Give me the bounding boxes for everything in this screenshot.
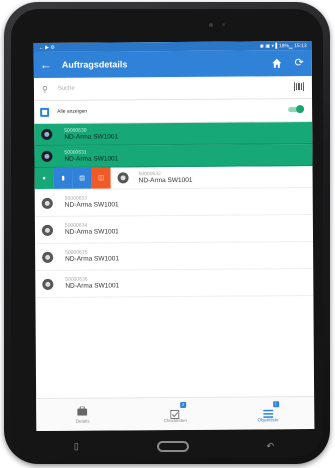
list-item-text: 50000636 ND-Arma SW1001: [65, 276, 119, 290]
show-all-label: Alle anzeigen: [57, 108, 88, 115]
search-bar: ⚲: [33, 76, 313, 101]
valve-icon: [41, 128, 53, 140]
camera: [209, 23, 213, 27]
list-item-text: 50000631 ND-Arma SW1001: [64, 149, 118, 163]
app-bar: ← Auftragsdetails ⟳: [33, 50, 312, 78]
delete-action-button[interactable]: ◫: [91, 167, 111, 189]
list-action-button[interactable]: ▤: [72, 167, 92, 189]
nav-details-label: Details: [75, 418, 90, 424]
list-item-text: 50000634 ND-Arma SW1001: [65, 222, 119, 236]
list-item-swiped[interactable]: ● ▮ ▤ ◫ 50000632 ND-Arma SW1001: [34, 166, 313, 190]
nav-objektliste[interactable]: 1 Objektliste: [221, 397, 314, 430]
search-icon: ⚲: [41, 84, 48, 94]
page-title: Auftragsdetails: [61, 59, 128, 70]
dot-action-button[interactable]: ●: [34, 167, 54, 189]
valve-icon: [117, 172, 129, 184]
object-name: ND-Arma SW1001: [64, 132, 119, 141]
recent-apps-icon[interactable]: ▯: [74, 441, 79, 452]
objektliste-badge: 1: [272, 400, 279, 407]
valve-icon: [42, 251, 54, 263]
valve-icon: [41, 150, 53, 162]
list-item-text: 50000630 ND-Arma SW1001: [64, 127, 118, 141]
list-icon: 1: [262, 400, 279, 418]
refresh-icon[interactable]: ⟳: [295, 56, 304, 69]
object-name: ND-Arma SW1001: [65, 282, 120, 290]
app-screen: ← ▶ ⚙ ◉ ▣ ▾ ▌18%▁ 15:13 ← Auftragsdetail…: [33, 41, 315, 431]
checklist-icon: 2: [170, 401, 187, 419]
list-item[interactable]: 50000630 ND-Arma SW1001: [34, 122, 313, 146]
object-name: ND-Arma SW1001: [64, 154, 119, 163]
system-navigation: ▯ ↶: [35, 434, 313, 458]
list-item-text: 50000633 ND-Arma SW1001: [65, 195, 119, 209]
object-name: ND-Arma SW1001: [65, 255, 120, 263]
object-name: ND-Arma SW1001: [64, 201, 119, 209]
status-left: ← ▶ ⚙: [38, 44, 55, 51]
sensor: [222, 23, 225, 26]
back-icon[interactable]: ↶: [267, 441, 275, 452]
list-item[interactable]: 50000633 ND-Arma SW1001: [34, 188, 313, 217]
object-name: ND-Arma SW1001: [138, 176, 193, 184]
list-item[interactable]: 50000634 ND-Arma SW1001: [34, 215, 314, 244]
list-item[interactable]: 50000635 ND-Arma SW1001: [35, 242, 314, 271]
home-button[interactable]: [156, 440, 189, 452]
barcode-scan-icon[interactable]: [293, 82, 304, 92]
search-input[interactable]: [55, 83, 260, 93]
valve-icon: [42, 278, 54, 290]
document-action-button[interactable]: ▮: [53, 167, 73, 189]
home-icon[interactable]: [272, 58, 282, 68]
status-right: ◉ ▣ ▾ ▌18%▁ 15:13: [259, 42, 307, 49]
list-item-text: 50000635 ND-Arma SW1001: [65, 249, 119, 263]
object-name: ND-Arma SW1001: [64, 228, 119, 236]
back-arrow-icon[interactable]: ←: [40, 58, 56, 72]
checklist-badge: 2: [180, 401, 187, 408]
select-all-checkbox-icon[interactable]: [40, 107, 50, 117]
bottom-navigation: Details 2 Checklisten 1 Objektliste: [36, 396, 315, 431]
show-all-toggle[interactable]: [288, 105, 305, 114]
valve-icon: [41, 197, 53, 209]
list-item-text: 50000632 ND-Arma SW1001: [139, 170, 193, 184]
nav-details[interactable]: Details: [36, 398, 129, 431]
toggle-knob: [296, 105, 305, 114]
nav-checklisten[interactable]: 2 Checklisten: [129, 398, 222, 431]
list-item[interactable]: 50000636 ND-Arma SW1001: [35, 269, 314, 298]
show-all-row: Alle anzeigen: [34, 99, 313, 124]
valve-icon: [41, 224, 53, 236]
briefcase-icon: [77, 406, 88, 416]
list-item[interactable]: 50000631 ND-Arma SW1001: [34, 144, 313, 168]
